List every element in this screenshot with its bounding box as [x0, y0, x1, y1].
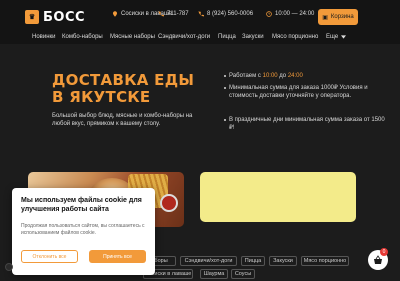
nav-item-pizza[interactable]: Пицца — [218, 34, 236, 40]
chat-widget-icon[interactable] — [5, 263, 13, 271]
hero-title: ДОСТАВКА ЕДЫ В ЯКУТСКЕ — [52, 72, 212, 106]
sauce-image — [160, 194, 178, 212]
clock-icon — [266, 11, 272, 17]
cart-label: Корзина — [330, 14, 354, 20]
cookie-banner: Мы используем файлы cookie для улучшения… — [12, 188, 155, 275]
working-hours-label: 10:00 — 24:00 — [275, 11, 315, 17]
nav-item-sandwiches[interactable]: Сэндвичи/хот-доги — [158, 34, 210, 40]
holidays-text: В праздничные дни минимальная сумма зака… — [229, 117, 385, 131]
logo[interactable]: ♛ БОСС — [25, 7, 85, 27]
nav-more-label: Еще — [326, 34, 339, 40]
top-bar: ♛ БОСС Сосиски в лаваше 711-787 8 (924) … — [0, 0, 400, 32]
hours-to: 24:00 — [287, 73, 303, 79]
tag-snacks[interactable]: Закуски — [269, 256, 297, 266]
info-min-order: Минимальная сумма для заказа 1000₽ Услов… — [224, 84, 389, 114]
hero-title-line1: ДОСТАВКА ЕДЫ — [52, 71, 195, 89]
nav-item-meat-portion[interactable]: Мясо порционно — [272, 34, 318, 40]
tag-sandwiches[interactable]: Сэндвичи/хот-доги — [180, 256, 237, 266]
bullet-dot — [224, 87, 226, 89]
phone-link-long[interactable]: 8 (924) 560-0006 — [198, 11, 253, 17]
phone-long-label: 8 (924) 560-0006 — [207, 11, 254, 17]
tag-sauces[interactable]: Соусы — [231, 269, 255, 279]
tag-pizza[interactable]: Пицца — [241, 256, 265, 266]
basket-icon — [374, 255, 382, 264]
min-order-text: Минимальная сумма для заказа 1000₽ Услов… — [229, 85, 368, 99]
hours-mid: до — [279, 73, 287, 79]
phone-short-label: 711-787 — [167, 11, 189, 17]
hours-from: 10:00 — [262, 73, 278, 79]
info-hours: Работаем с 10:00 до 24:00 — [224, 72, 394, 82]
cart-button[interactable]: ▣ Корзина — [318, 9, 358, 25]
cart-count-badge: 0 — [380, 248, 388, 256]
cart-icon: ▣ — [322, 14, 328, 21]
hours-prefix: Работаем с — [229, 73, 261, 79]
tag-meat-portion[interactable]: Мясо порционно — [301, 256, 349, 266]
working-hours: 10:00 — 24:00 — [266, 11, 314, 17]
phone-icon — [158, 11, 164, 17]
nav-item-combo[interactable]: Комбо-наборы — [62, 34, 103, 40]
cookie-title: Мы используем файлы cookie для улучшения… — [21, 197, 142, 213]
accept-all-button[interactable]: Принять все — [89, 250, 146, 263]
phone-link-short[interactable]: 711-787 — [158, 11, 189, 17]
info-holidays: В праздничные дни минимальная сумма зака… — [224, 116, 394, 136]
decline-all-button[interactable]: Отклонить все — [21, 250, 78, 263]
tag-shawarma[interactable]: Шаурма — [200, 269, 228, 279]
hero-title-line2: В ЯКУТСКЕ — [52, 88, 151, 106]
nav-item-meat-sets[interactable]: Мясные наборы — [110, 34, 155, 40]
cookie-text: Продолжая пользоваться сайтом, вы соглаш… — [21, 223, 145, 236]
logo-mark-icon: ♛ — [25, 10, 39, 24]
nav-item-new[interactable]: Новинки — [32, 34, 56, 40]
chevron-down-icon — [341, 35, 347, 39]
bullet-dot — [224, 119, 226, 121]
nav-more-dropdown[interactable]: Еще — [326, 34, 347, 40]
promo-card-yellow[interactable] — [200, 172, 356, 222]
category-nav: Новинки Комбо-наборы Мясные наборы Сэндв… — [0, 32, 400, 44]
nav-item-snacks[interactable]: Закуски — [242, 34, 264, 40]
bullet-dot — [224, 75, 226, 77]
hero-subtitle: Большой выбор блюд, мясные и комбо-набор… — [52, 113, 193, 127]
phone-icon — [198, 11, 204, 17]
location-pin-icon — [112, 11, 118, 17]
logo-text: БОСС — [43, 9, 86, 25]
